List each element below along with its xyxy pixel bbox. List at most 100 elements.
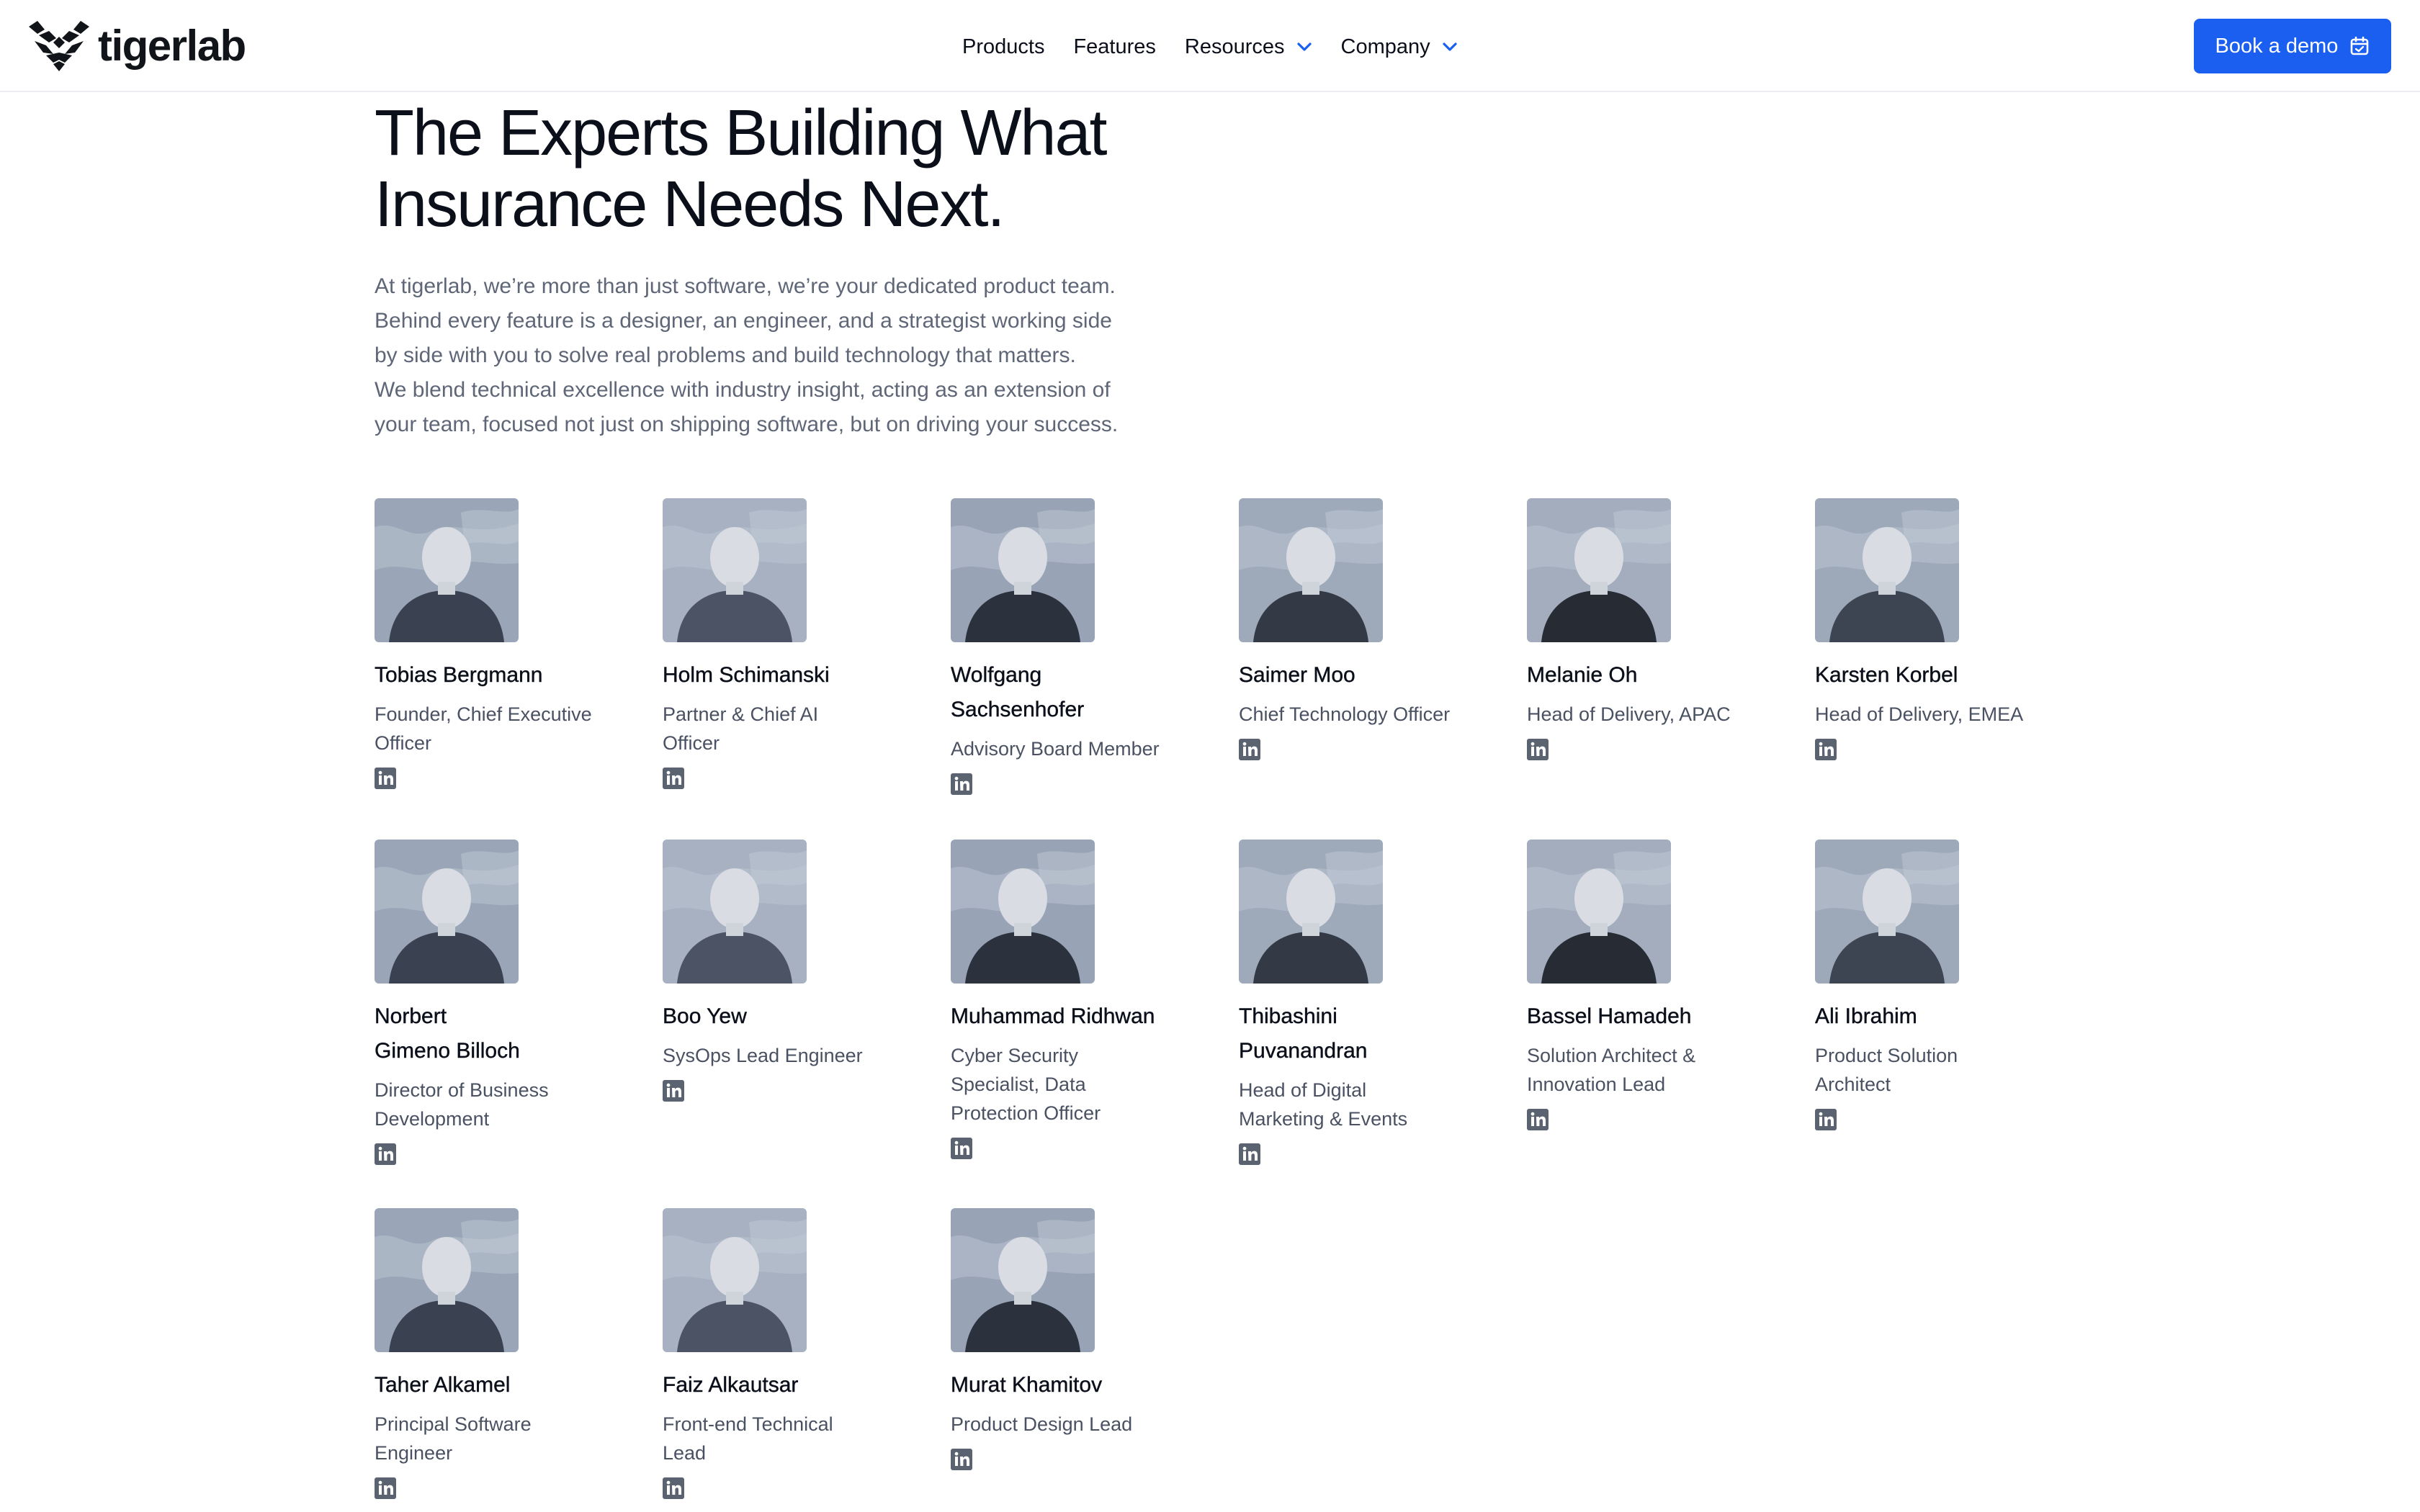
team-member-photo <box>1527 840 1671 984</box>
linkedin-icon[interactable] <box>663 1080 684 1102</box>
team-member-card: Wolfgang Sachsenhofer Advisory Board Membe… <box>951 498 1210 795</box>
team-member-role-line: Innovation Lead <box>1527 1074 1666 1095</box>
team-member-role-line: Architect <box>1815 1074 1891 1095</box>
team-member-role-line: Cyber Security <box>951 1045 1079 1066</box>
team-member-card: Bassel Hamadeh Solution Architect & Innova… <box>1527 840 1786 1130</box>
team-member-photo <box>951 840 1095 984</box>
team-member-role: Product Solution Architect <box>1815 1041 2074 1099</box>
team-member-name: Boo Yew <box>663 999 922 1034</box>
nav-company-label: Company <box>1340 35 1430 58</box>
team-member-role: Front-end Technical Lead <box>663 1410 922 1467</box>
team-member-role-line: Development <box>375 1108 490 1130</box>
linkedin-icon[interactable] <box>1527 739 1549 760</box>
team-member-name: Ali Ibrahim <box>1815 999 2074 1034</box>
book-demo-button[interactable]: Book a demo <box>2194 19 2391 73</box>
linkedin-icon[interactable] <box>1527 1109 1549 1130</box>
team-member-name: Taher Alkamel <box>375 1368 634 1403</box>
book-demo-label: Book a demo <box>2215 34 2339 58</box>
chevron-down-icon <box>1443 42 1457 51</box>
team-member-name-line: Muhammad Ridhwan <box>951 1004 1155 1028</box>
linkedin-icon[interactable] <box>951 1449 972 1470</box>
team-member-photo <box>1815 840 1959 984</box>
nav-features-label: Features <box>1073 35 1156 58</box>
chevron-down-icon <box>1296 42 1312 51</box>
linkedin-icon[interactable] <box>1239 739 1260 760</box>
team-member-photo <box>375 840 519 984</box>
team-member-card: Saimer Moo Chief Technology Officer <box>1239 498 1498 760</box>
linkedin-icon[interactable] <box>375 1477 396 1499</box>
team-member-card: Norbert Gimeno Billoch Director of Busines… <box>375 840 634 1165</box>
intro-line: At tigerlab, we’re more than just softwa… <box>375 274 1116 298</box>
page-title: The Experts Building What Insurance Need… <box>375 98 1239 240</box>
team-member-role-line: Head of Digital <box>1239 1079 1367 1101</box>
linkedin-icon[interactable] <box>663 1477 684 1499</box>
team-member-name-line: Faiz Alkautsar <box>663 1373 799 1397</box>
linkedin-icon[interactable] <box>1815 1109 1837 1130</box>
team-member-photo <box>663 840 807 984</box>
team-member-role-line: SysOps Lead Engineer <box>663 1045 863 1066</box>
nav-products-label: Products <box>962 35 1045 58</box>
team-member-role-line: Advisory Board Member <box>951 738 1160 760</box>
team-member-role-line: Solution Architect & <box>1527 1045 1696 1066</box>
team-member-name: Bassel Hamadeh <box>1527 999 1786 1034</box>
team-member-role-line: Founder, Chief Executive <box>375 703 592 725</box>
team-member-card: Thibashini Puvanandran Head of Digital Mark… <box>1239 840 1498 1165</box>
team-member-name: Wolfgang Sachsenhofer <box>951 658 1210 727</box>
logo[interactable]: tigerlab <box>27 19 246 73</box>
team-member-role: Chief Technology Officer <box>1239 700 1498 729</box>
team-member-name-line: Boo Yew <box>663 1004 747 1028</box>
team-member-name: Faiz Alkautsar <box>663 1368 922 1403</box>
team-member-name: Muhammad Ridhwan <box>951 999 1210 1034</box>
team-member-name-line: Melanie Oh <box>1527 663 1638 687</box>
nav-features[interactable]: Features <box>1073 35 1155 59</box>
team-member-name-line: Saimer Moo <box>1239 663 1355 687</box>
title-line: The Experts Building What <box>375 97 1107 169</box>
team-member-name-line: Wolfgang <box>951 663 1042 687</box>
site-header: tigerlab Products Features Resources Com… <box>0 0 2420 92</box>
team-member-name: Holm Schimanski <box>663 658 922 693</box>
team-member-name-line: Puvanandran <box>1239 1039 1368 1063</box>
intro-line: We blend technical excellence with indus… <box>375 378 1111 402</box>
team-member-card: Melanie Oh Head of Delivery, APAC <box>1527 498 1786 760</box>
linkedin-icon[interactable] <box>951 1138 972 1159</box>
team-member-name-line: Ali Ibrahim <box>1815 1004 1917 1028</box>
team-member-role: Solution Architect & Innovation Lead <box>1527 1041 1786 1099</box>
team-member-role-line: Protection Officer <box>951 1102 1101 1124</box>
team-member-photo <box>375 498 519 642</box>
nav-resources[interactable]: Resources <box>1185 35 1312 59</box>
linkedin-icon[interactable] <box>1239 1143 1260 1165</box>
team-member-role-line: Marketing & Events <box>1239 1108 1408 1130</box>
logo-wordmark: tigerlab <box>98 22 246 70</box>
team-member-name: Karsten Korbel <box>1815 658 2074 693</box>
linkedin-icon[interactable] <box>1815 739 1837 760</box>
linkedin-icon[interactable] <box>375 1143 396 1165</box>
team-member-role-line: Front-end Technical <box>663 1413 833 1435</box>
team-member-role-line: Head of Delivery, APAC <box>1527 703 1731 725</box>
nav-products[interactable]: Products <box>962 35 1044 59</box>
linkedin-icon[interactable] <box>951 773 972 795</box>
nav-company[interactable]: Company <box>1341 35 1458 59</box>
team-member-role-line: Director of Business <box>375 1079 549 1101</box>
team-member-role-line: Specialist, Data <box>951 1074 1086 1095</box>
linkedin-icon[interactable] <box>375 768 396 789</box>
team-member-role: Advisory Board Member <box>951 734 1210 763</box>
linkedin-icon[interactable] <box>663 768 684 789</box>
team-member-role: Head of Digital Marketing & Events <box>1239 1076 1498 1133</box>
main-nav: Products Features Resources Company <box>962 29 1487 65</box>
team-member-name: Thibashini Puvanandran <box>1239 999 1498 1068</box>
team-member-role-line: Partner & Chief AI <box>663 703 819 725</box>
team-member-name-line: Karsten Korbel <box>1815 663 1958 687</box>
team-member-card: Ali Ibrahim Product Solution Architect <box>1815 840 2074 1130</box>
team-member-role-line: Product Design Lead <box>951 1413 1133 1435</box>
team-member-name-line: Gimeno Billoch <box>375 1039 520 1063</box>
intro-line: Behind every feature is a designer, an e… <box>375 309 1112 333</box>
calendar-icon <box>2351 36 2369 55</box>
team-member-role: Cyber Security Specialist, Data Protection… <box>951 1041 1210 1128</box>
team-member-name-line: Norbert <box>375 1004 447 1028</box>
team-member-name: Murat Khamitov <box>951 1368 1210 1403</box>
team-member-role: SysOps Lead Engineer <box>663 1041 922 1070</box>
team-member-photo <box>951 498 1095 642</box>
team-member-photo <box>1815 498 1959 642</box>
team-member-role-line: Product Solution <box>1815 1045 1958 1066</box>
team-member-role: Product Design Lead <box>951 1410 1210 1439</box>
